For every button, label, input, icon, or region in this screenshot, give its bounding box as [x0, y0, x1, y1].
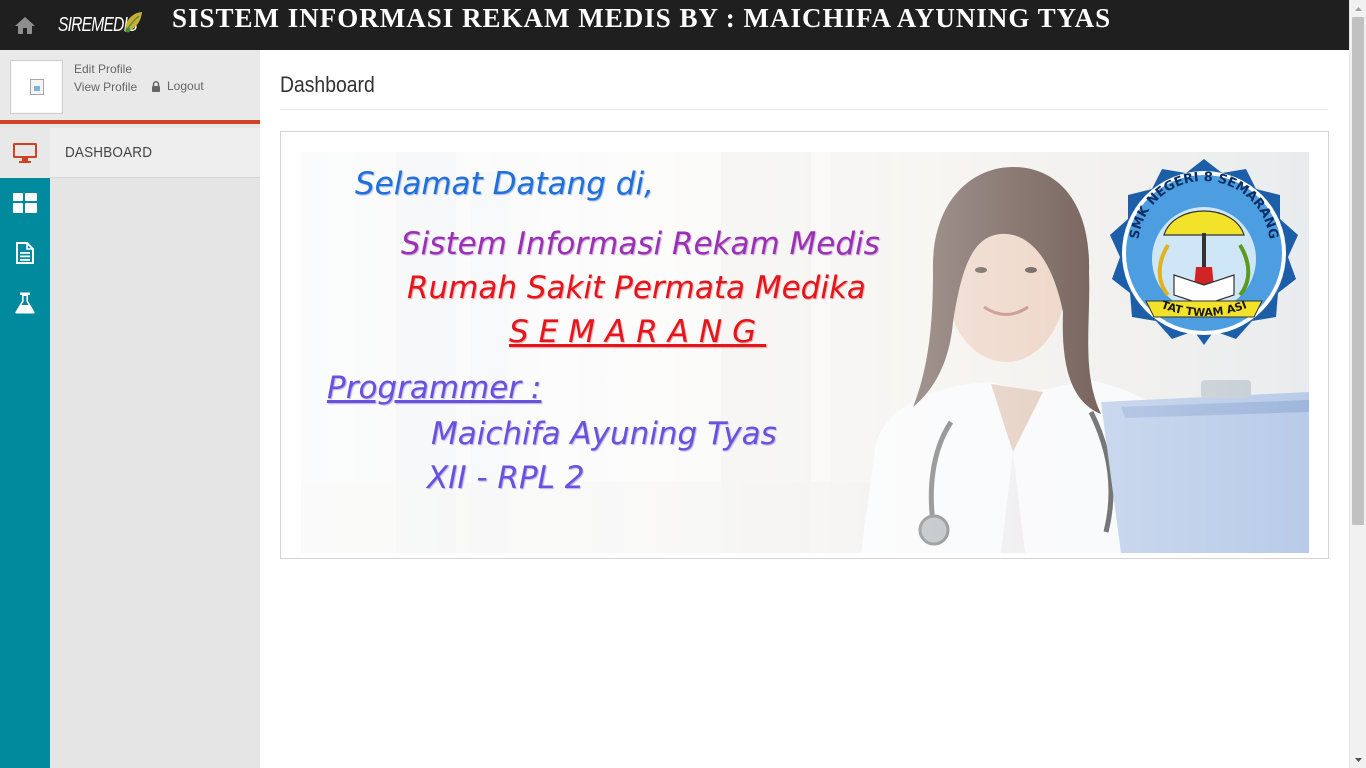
banner-city-text: SEMARANG [509, 314, 767, 350]
welcome-banner: Selamat Datang di, Sistem Informasi Reka… [301, 152, 1309, 553]
banner-programmer-label: Programmer : [327, 370, 542, 406]
rail-lab[interactable] [0, 278, 50, 328]
home-button[interactable] [0, 0, 50, 50]
lock-icon [152, 80, 160, 92]
title-divider [280, 109, 1328, 110]
caret-up-icon [1355, 6, 1362, 11]
school-logo: SMK NEGERI 8 SEMARANG TAT TWAM ASI [1110, 159, 1298, 345]
sidebar: Edit Profile View Profile Logout DASHBOA… [0, 50, 260, 768]
broken-image-icon [29, 79, 44, 95]
caret-down-icon [1355, 757, 1362, 762]
banner-welcome-text: Selamat Datang di, [355, 166, 654, 202]
dashboard-grid-icon [13, 193, 37, 213]
icon-rail [0, 128, 50, 768]
banner-system-text: Sistem Informasi Rekam Medis [401, 226, 880, 262]
avatar[interactable] [10, 60, 63, 114]
logout-link[interactable]: Logout [151, 79, 204, 93]
brand-logo[interactable]: SIREMEDIS [58, 8, 142, 42]
welcome-panel: Selamat Datang di, Sistem Informasi Reka… [280, 131, 1329, 559]
rail-records[interactable] [0, 228, 50, 278]
banner-programmer-class: XII - RPL 2 [427, 460, 585, 496]
page-title: Dashboard [280, 72, 375, 97]
flask-icon [15, 292, 35, 314]
edit-profile-link[interactable]: Edit Profile [74, 62, 132, 76]
scroll-up-button[interactable] [1350, 0, 1366, 17]
rail-modules[interactable] [0, 178, 50, 228]
profile-panel: Edit Profile View Profile Logout [0, 50, 260, 124]
scroll-down-button[interactable] [1350, 751, 1366, 768]
logout-label: Logout [167, 79, 204, 93]
app-title: SISTEM INFORMASI REKAM MEDIS BY : MAICHI… [172, 3, 1112, 33]
rail-dashboard[interactable] [0, 128, 50, 178]
document-icon [16, 242, 34, 264]
home-icon [15, 17, 35, 34]
page-scrollbar[interactable] [1349, 0, 1366, 768]
menu-item-dashboard[interactable]: DASHBOARD [50, 128, 260, 178]
main-content: Dashboard Selamat Datang di, Sistem Info… [260, 50, 1349, 768]
menu-item-label: DASHBOARD [65, 144, 153, 161]
top-navbar: SIREMEDIS SISTEM INFORMASI REKAM MEDIS B… [0, 0, 1366, 50]
scrollbar-thumb[interactable] [1352, 17, 1364, 525]
desktop-icon [13, 143, 37, 163]
leaf-icon [125, 12, 142, 33]
banner-programmer-name: Maichifa Ayuning Tyas [431, 416, 777, 452]
banner-hospital-text: Rumah Sakit Permata Medika [407, 270, 866, 306]
brand-name: SIREMEDIS [58, 13, 138, 36]
view-profile-link[interactable]: View Profile [74, 80, 137, 94]
